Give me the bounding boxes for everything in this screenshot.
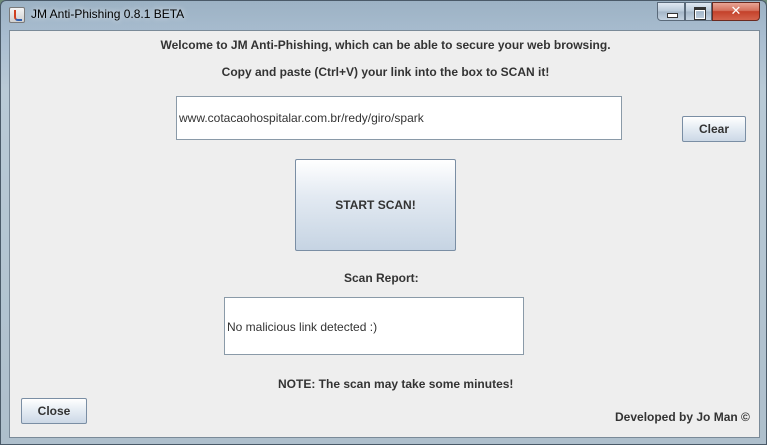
developer-credit: Developed by Jo Man ©	[615, 410, 750, 424]
close-button[interactable]: Close	[21, 398, 87, 424]
scan-report-heading: Scan Report:	[344, 271, 419, 285]
scan-report-result: No malicious link detected :)	[227, 320, 378, 334]
scan-report-box: No malicious link detected :)	[224, 297, 524, 355]
instruction-text: Copy and paste (Ctrl+V) your link into t…	[221, 65, 550, 79]
main-panel: Welcome to JM Anti-Phishing, which can b…	[9, 30, 760, 438]
note-text: NOTE: The scan may take some minutes!	[278, 377, 514, 391]
maximize-button[interactable]	[685, 2, 712, 21]
clear-button[interactable]: Clear	[682, 116, 746, 142]
title-bar[interactable]: JM Anti-Phishing 0.8.1 BETA	[1, 1, 766, 29]
window-title: JM Anti-Phishing 0.8.1 BETA	[31, 7, 185, 21]
app-window: JM Anti-Phishing 0.8.1 BETA Welcome to J…	[0, 0, 767, 445]
minimize-button[interactable]	[657, 2, 685, 21]
url-input[interactable]	[176, 96, 622, 140]
close-window-button[interactable]	[712, 2, 760, 21]
start-scan-button[interactable]: START SCAN!	[295, 159, 456, 251]
welcome-text: Welcome to JM Anti-Phishing, which can b…	[160, 38, 611, 52]
java-app-icon	[9, 7, 25, 23]
